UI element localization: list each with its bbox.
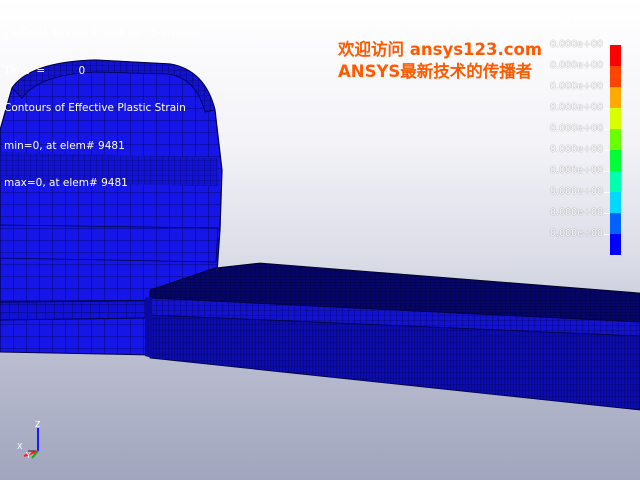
model-title: LS-DYNA keyword deck by LS-PrePost bbox=[4, 27, 200, 39]
axis-triad-icon: Z X Y bbox=[17, 420, 41, 460]
fringe-legend: 0.000e+00 0.000e+00 0.000e+00 0.000e+00 0.00… bbox=[548, 39, 640, 260]
max-readout: max=0, at elem# 9481 bbox=[4, 177, 128, 189]
legend-color-swatch bbox=[610, 87, 621, 108]
contour-type: Contours of Effective Plastic Strain bbox=[4, 102, 186, 114]
legend-level-label: 0.000e+00 bbox=[550, 39, 604, 50]
legend-level-label: 0.000e+00 bbox=[550, 207, 604, 218]
rail-left-cap bbox=[145, 297, 152, 358]
graphics-viewport[interactable]: LS-DYNA keyword deck by LS-PrePost Time … bbox=[0, 0, 640, 480]
legend-level-label: 0.000e+00 bbox=[550, 123, 604, 134]
min-readout: min=0, at elem# 9481 bbox=[4, 139, 125, 152]
legend-level-label: 0.000e+00 bbox=[550, 81, 604, 92]
legend-level-label: 0.000e+00 bbox=[550, 165, 604, 176]
promo-line-2: ANSYS最新技术的传播者 bbox=[338, 62, 533, 81]
legend-level-label: 0.000e+00 bbox=[550, 144, 604, 155]
legend-level: 0.000e+00 bbox=[548, 228, 640, 255]
legend-level-label: 0.000e+00 bbox=[550, 186, 604, 197]
time-readout: Time = 0 bbox=[4, 64, 86, 77]
legend-color-swatch bbox=[610, 45, 621, 66]
legend-color-swatch bbox=[610, 171, 621, 192]
legend-level-label: 0.000e+00 bbox=[550, 60, 604, 71]
wheel-skirt bbox=[0, 224, 219, 263]
promo-line-1: 欢迎访问 ansys123.com bbox=[338, 40, 543, 59]
legend-color-swatch bbox=[610, 129, 621, 150]
post-header: LS-DYNA keyword deck by LS-PrePost Time … bbox=[4, 2, 200, 215]
legend-level-label: 0.000e+00 bbox=[550, 228, 604, 239]
legend-color-swatch bbox=[610, 234, 621, 255]
axis-y-label: Y bbox=[25, 451, 31, 460]
legend-level-label: 0.000e+00 bbox=[550, 102, 604, 113]
fringe-levels-title: Fringe Levels bbox=[540, 14, 606, 25]
legend-color-swatch bbox=[610, 192, 621, 213]
axis-x-label: X bbox=[17, 442, 23, 451]
legend-color-swatch bbox=[610, 213, 621, 234]
legend-color-swatch bbox=[610, 108, 621, 129]
legend-color-swatch bbox=[610, 66, 621, 87]
legend-color-swatch bbox=[610, 150, 621, 171]
promo-overlay: 欢迎访问 ansys123.com ANSYS最新技术的传播者 bbox=[338, 39, 542, 83]
axis-z-label: Z bbox=[35, 420, 41, 429]
